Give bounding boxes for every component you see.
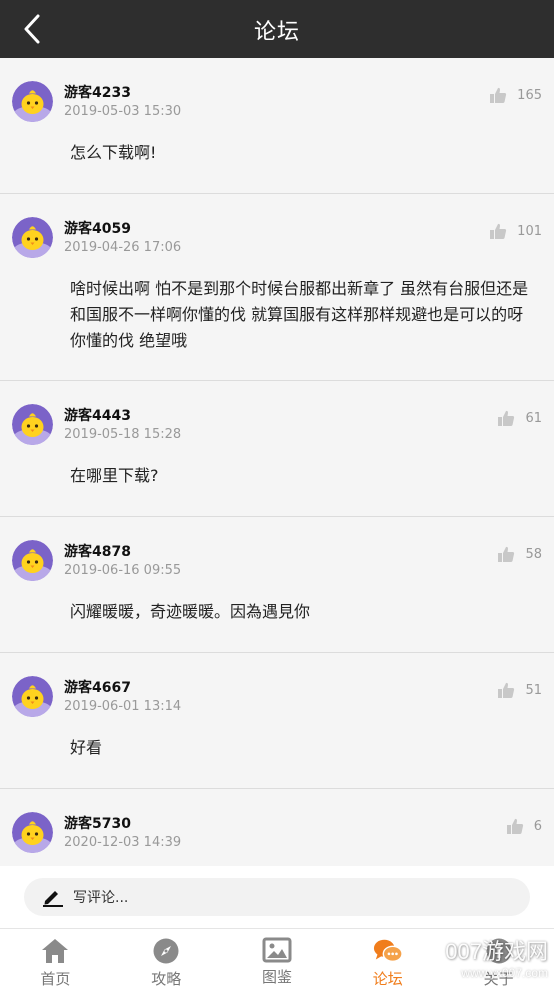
chick-avatar-icon [12,217,53,258]
post-username: 游客4878 [64,544,131,560]
chick-avatar-icon [12,812,53,853]
nav-label: 攻略 [151,970,182,986]
nav-label: 图鉴 [261,968,292,986]
like-button[interactable]: 165 [489,86,542,104]
post-date: 2019-06-01 13:14 [64,699,182,714]
like-count: 101 [517,223,542,239]
thumbs-up-icon [490,223,507,239]
like-button[interactable]: 58 [497,545,542,563]
like-count: 61 [525,410,542,426]
like-count: 51 [525,682,542,698]
pencil-icon [43,891,63,907]
post-item: 游客4059 2019-04-26 17:06 101 啥时候出啊 怕不是到那个… [0,194,554,381]
post-content: 好看 [70,738,103,757]
post-username: 游客4059 [64,221,131,237]
post-date: 2020-12-03 14:39 [64,835,182,850]
chick-avatar-icon [12,540,53,581]
nav-home[interactable]: 首页 [0,929,111,986]
like-count: 58 [525,546,542,562]
like-button[interactable]: 6 [506,817,542,835]
thumbs-up-icon [498,410,515,426]
bottom-nav: 首页 攻略 图鉴 论坛 关于 [0,928,554,986]
nav-forum[interactable]: 论坛 [332,929,443,986]
comment-placeholder: 写评论... [73,890,129,906]
avatar[interactable] [12,81,53,122]
post-content: 闪耀暖暖，奇迹暖暖。因為遇見你 [70,602,311,621]
avatar[interactable] [12,676,53,717]
thumbs-up-icon [506,818,523,834]
page-title: 论坛 [253,20,300,45]
nav-about[interactable]: 关于 [443,929,554,986]
post-username: 游客5730 [64,816,131,832]
nav-label: 首页 [40,970,71,986]
post-item: 游客4443 2019-05-18 15:28 61 在哪里下载? [0,381,554,517]
top-bar: 论坛 [0,0,554,58]
post-content: 啥时候出啊 怕不是到那个时候台服都出新章了 虽然有台服但还是和国服不一样啊你懂的… [70,279,529,350]
post-item: 游客4667 2019-06-01 13:14 51 好看 [0,653,554,789]
post-date: 2019-06-16 09:55 [64,563,182,578]
avatar[interactable] [12,404,53,445]
comment-feed[interactable]: 游客4233 2019-05-03 15:30 165 怎么下载啊! 游客405… [0,58,554,866]
post-username: 游客4443 [64,408,131,424]
like-button[interactable]: 101 [489,222,542,240]
post-username: 游客4667 [64,680,131,696]
post-item: 游客4878 2019-06-16 09:55 58 闪耀暖暖，奇迹暖暖。因為遇… [0,517,554,653]
post-item: 游客4233 2019-05-03 15:30 165 怎么下载啊! [0,58,554,194]
thumbs-up-icon [498,682,515,698]
like-count: 6 [533,818,542,834]
thumbs-up-icon [498,546,515,562]
nav-guide[interactable]: 攻略 [111,929,222,986]
image-icon [262,937,292,963]
avatar[interactable] [12,812,53,853]
info-icon [486,938,512,964]
thumbs-up-icon [490,87,507,103]
nav-label: 论坛 [372,970,403,986]
post-date: 2019-05-03 15:30 [64,104,182,119]
like-button[interactable]: 51 [497,681,542,699]
chat-bubbles-icon [373,939,403,963]
compass-icon [153,938,179,964]
chick-avatar-icon [12,81,53,122]
post-content: 在哪里下载? [70,466,159,485]
post-date: 2019-04-26 17:06 [64,240,182,255]
comment-bar: 写评论... [0,866,554,928]
comment-input[interactable]: 写评论... [24,878,530,916]
avatar[interactable] [12,540,53,581]
nav-gallery[interactable]: 图鉴 [222,929,333,986]
chick-avatar-icon [12,676,53,717]
avatar[interactable] [12,217,53,258]
post-item: 游客5730 2020-12-03 14:39 6 [0,789,554,866]
like-button[interactable]: 61 [497,409,542,427]
home-icon [42,939,69,963]
nav-label: 关于 [483,970,514,986]
post-content: 怎么下载啊! [70,143,157,162]
post-date: 2019-05-18 15:28 [64,427,182,442]
chick-avatar-icon [12,404,53,445]
like-count: 165 [517,87,542,103]
post-username: 游客4233 [64,85,131,101]
